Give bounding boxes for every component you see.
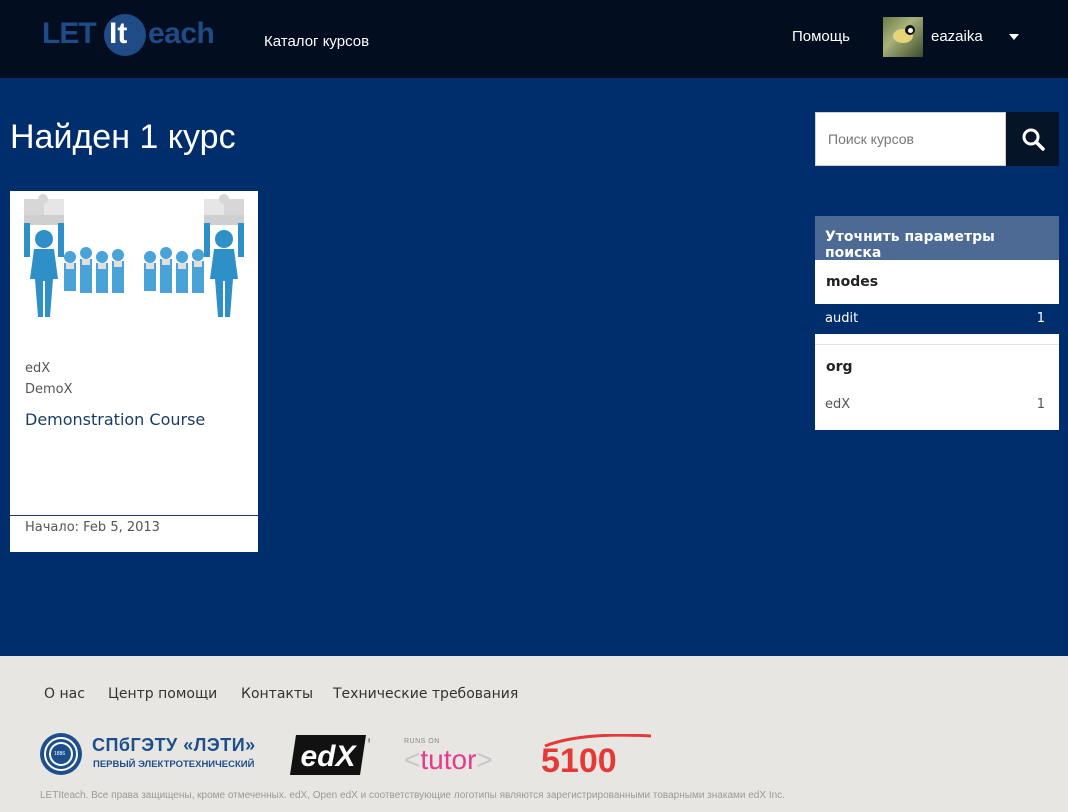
- search-filters-panel: Уточнить параметры поиска modes audit 1 …: [815, 216, 1059, 430]
- site-header: LET It each Каталог курсов Помощь eazaik…: [0, 0, 1068, 78]
- leti-logo-title: СПбГЭТУ «ЛЭТИ»: [92, 735, 256, 755]
- nav-help-link[interactable]: Помощь: [792, 28, 850, 45]
- facet-option-count: 1: [1036, 397, 1045, 412]
- leti-logo-subtitle: ПЕРВЫЙ ЭЛЕКТРОТЕХНИЧЕСКИЙ: [93, 759, 255, 770]
- search-button[interactable]: [1006, 112, 1059, 166]
- project-5100-logo[interactable]: 5100: [541, 733, 656, 780]
- course-title[interactable]: Demonstration Course: [25, 410, 205, 429]
- facet-option-label: audit: [825, 311, 859, 326]
- course-search-input[interactable]: [815, 112, 1006, 166]
- user-name[interactable]: eazaika: [931, 28, 983, 45]
- course-org: edX: [25, 361, 51, 376]
- leti-emblem-icon: 1886: [40, 733, 82, 775]
- nav-course-catalog[interactable]: Каталог курсов: [264, 33, 369, 50]
- facet-option-audit[interactable]: audit 1: [815, 304, 1059, 334]
- facet-title-org: org: [826, 359, 853, 375]
- footer-link-contacts[interactable]: Контакты: [241, 686, 313, 702]
- footer-link-help-center[interactable]: Центр помощи: [108, 686, 217, 702]
- course-start-date: Начало: Feb 5, 2013: [25, 520, 160, 535]
- edx-logo[interactable]: edX ®: [290, 733, 373, 781]
- footer-link-about[interactable]: О нас: [44, 686, 85, 702]
- course-card-divider: [10, 515, 258, 516]
- course-image: [10, 191, 258, 341]
- filters-title: Уточнить параметры поиска: [815, 216, 1059, 261]
- course-search-form: [815, 112, 1059, 166]
- tutor-logo-text: <tutor>: [404, 744, 493, 775]
- search-icon: [1022, 128, 1045, 151]
- facet-title-modes: modes: [826, 274, 879, 290]
- site-footer: О нас Центр помощи Контакты Технические …: [0, 656, 1068, 812]
- logo-text-it: It: [109, 17, 128, 50]
- copyright-notice: LETIteach. Все права защищены, кроме отм…: [40, 790, 785, 801]
- facet-divider: [815, 344, 1059, 345]
- course-code: DemoX: [25, 382, 73, 397]
- leti-logo[interactable]: 1886 СПбГЭТУ «ЛЭТИ» ПЕРВЫЙ ЭЛЕКТРОТЕХНИЧ…: [40, 733, 264, 777]
- site-logo[interactable]: LET It each: [42, 14, 222, 56]
- facet-option-edx[interactable]: edX 1: [815, 390, 1059, 420]
- logo-text-each: each: [148, 17, 215, 50]
- facet-option-label: edX: [825, 397, 851, 412]
- footer-link-tech-requirements[interactable]: Технические требования: [333, 686, 518, 702]
- tutor-logo[interactable]: RUNS ON <tutor>: [404, 738, 514, 778]
- svg-text:edX: edX: [300, 740, 357, 773]
- user-avatar[interactable]: [883, 17, 923, 57]
- svg-text:®: ®: [368, 738, 370, 745]
- course-card[interactable]: edX DemoX Demonstration Course Начало: F…: [10, 191, 258, 552]
- search-results-title: Найден 1 курс: [10, 118, 236, 156]
- svg-text:5100: 5100: [541, 742, 617, 778]
- logo-text-let: LET: [42, 17, 97, 50]
- facet-option-count: 1: [1036, 311, 1045, 326]
- user-menu-caret-icon[interactable]: [1009, 34, 1019, 40]
